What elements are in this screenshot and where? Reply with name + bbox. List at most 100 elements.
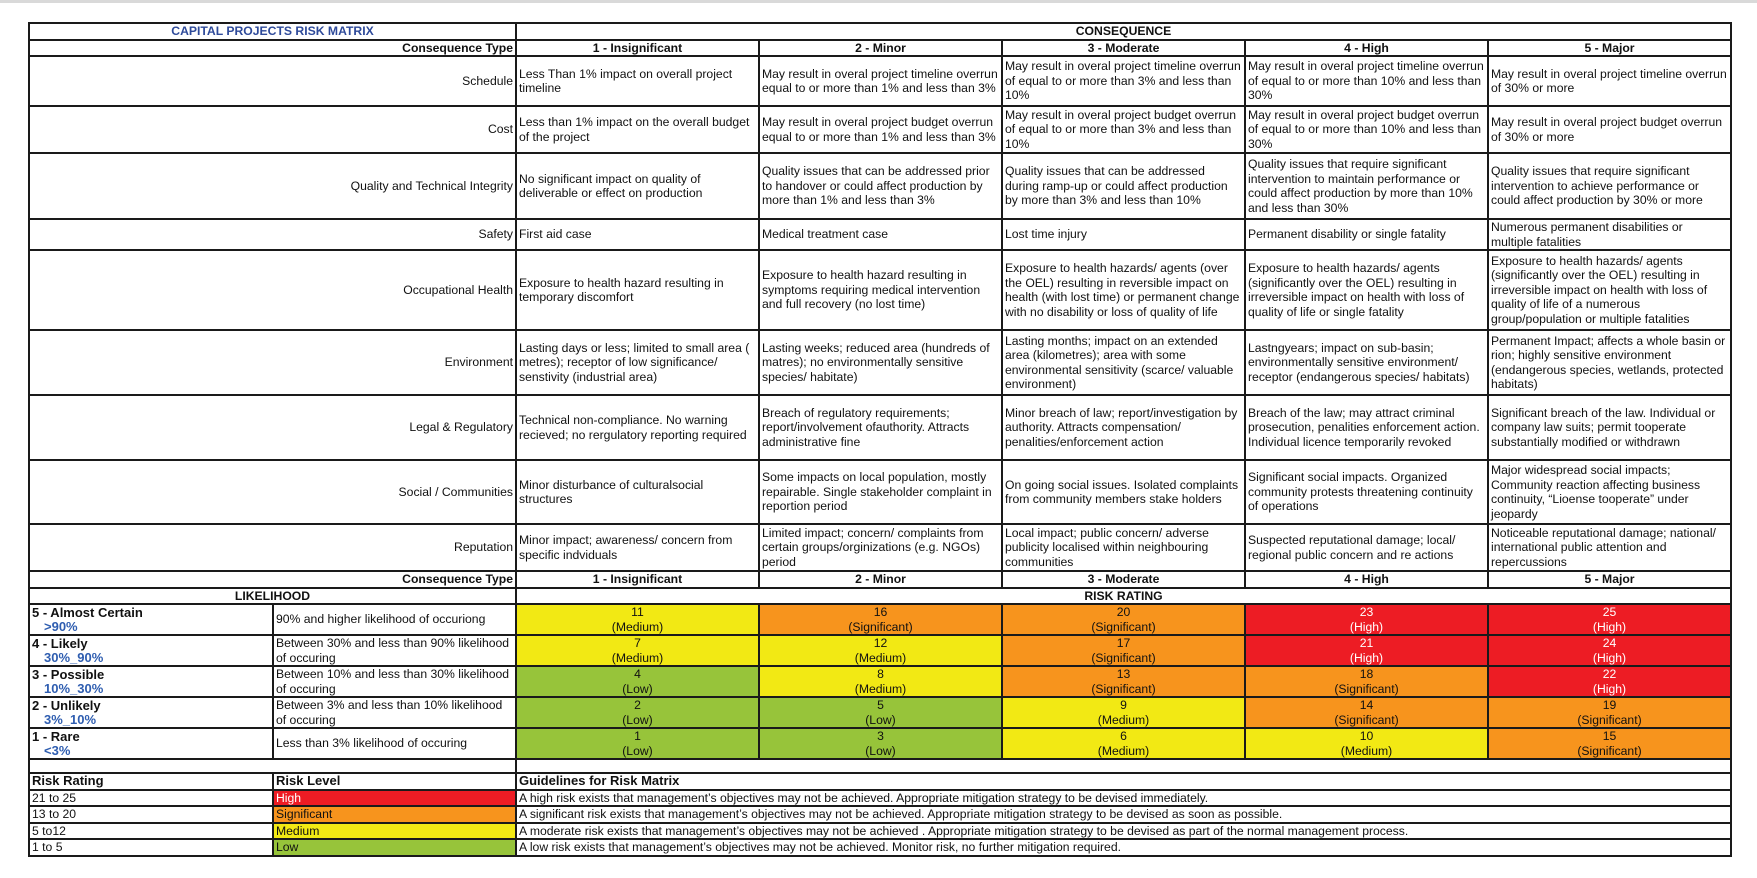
risk-rating-cell: 4 (Low) (515, 665, 760, 698)
risk-rating-cell: 7 (Medium) (515, 634, 760, 667)
likelihood-description: Between 30% and less than 90% likelihood… (272, 634, 517, 667)
risk-score: 6 (1120, 729, 1127, 743)
risk-rating-cell: 25 (High) (1487, 603, 1732, 636)
consequence-level-1: 1 - Insignificant (515, 570, 760, 589)
likelihood-level: 3 - Possible 10%_30% (28, 665, 274, 698)
risk-score: 18 (1359, 667, 1374, 681)
legend-row: 5 to12 Medium A moderate risk exists that … (28, 821, 1732, 840)
risk-level: (High) (1592, 619, 1627, 634)
risk-level: (Significant) (848, 619, 913, 634)
legend-guideline: A low risk exists that management’s obje… (515, 838, 1732, 857)
spacer-row (28, 758, 1732, 774)
consequence-description: May result in overal project timeline ov… (758, 55, 1003, 107)
consequence-type-footer-row: Consequence Type 1 - Insignificant 2 - Min… (28, 570, 1732, 589)
consequence-row-occupational-health: Occupational Health Exposure to health ha… (28, 249, 1732, 331)
risk-level: (Medium) (1340, 743, 1393, 758)
consequence-description: Exposure to health hazards/ agents (over… (1001, 249, 1246, 331)
risk-score: 5 (877, 698, 884, 712)
risk-score: 17 (1116, 636, 1131, 650)
likelihood-description: Between 3% and less than 10% likelihood … (272, 696, 517, 729)
consequence-type: Schedule (28, 55, 517, 107)
consequence-description: Minor disturbance of culturalsocial stru… (515, 459, 760, 525)
consequence-row-reputation: Reputation Minor impact; awareness/ conce… (28, 523, 1732, 572)
risk-level: (High) (1592, 681, 1627, 696)
risk-score: 25 (1602, 605, 1617, 619)
risk-level: (Medium) (1097, 743, 1150, 758)
consequence-description: May result in overal project budget over… (1487, 105, 1732, 154)
consequence-description: Lost time injury (1001, 218, 1246, 251)
legend-header-guidelines: Guidelines for Risk Matrix (515, 772, 1732, 791)
risk-score: 8 (877, 667, 884, 681)
consequence-level-5: 5 - Major (1487, 38, 1732, 57)
risk-level: (Medium) (1097, 712, 1150, 727)
spacer-cell (515, 758, 1732, 774)
consequence-description: May result in overal project timeline ov… (1001, 55, 1246, 107)
legend-rating-range: 1 to 5 (28, 838, 274, 857)
risk-rating-cell: 12 (Medium) (758, 634, 1003, 667)
risk-rating-cell: 22 (High) (1487, 665, 1732, 698)
risk-score: 24 (1602, 636, 1617, 650)
risk-level: (Significant) (1577, 743, 1642, 758)
likelihood-range: 10%_30% (44, 680, 104, 696)
risk-score: 21 (1359, 636, 1374, 650)
consequence-level-4: 4 - High (1244, 38, 1489, 57)
consequence-row-schedule: Schedule Less Than 1% impact on overall p… (28, 55, 1732, 107)
consequence-level-2: 2 - Minor (758, 570, 1003, 589)
likelihood-level: 2 - Unlikely 3%_10% (28, 696, 274, 729)
consequence-type: Environment (28, 329, 517, 396)
legend-header-row: Risk Rating Risk Level Guidelines for Risk… (28, 772, 1732, 791)
risk-rating-header: RISK RATING (515, 586, 1732, 605)
risk-level: (Low) (622, 681, 653, 696)
consequence-row-quality-and-technical-integrity: Quality and Technical Integrity No signif… (28, 152, 1732, 220)
consequence-description: Quality issues that can be addressed pri… (758, 152, 1003, 220)
risk-level: (Significant) (1091, 619, 1156, 634)
risk-score: 19 (1602, 698, 1617, 712)
risk-score: 16 (873, 605, 888, 619)
consequence-description: Exposure to health hazard resulting in s… (758, 249, 1003, 331)
risk-score: 15 (1602, 729, 1617, 743)
consequence-description: Major widespread social impacts; Communi… (1487, 459, 1732, 525)
legend-row: 21 to 25 High A high risk exists that mana… (28, 788, 1732, 807)
legend-row: 1 to 5 Low A low risk exists that manageme… (28, 838, 1732, 857)
matrix-title: CAPITAL PROJECTS RISK MATRIX (28, 22, 517, 41)
legend-risk-level: Medium (272, 821, 517, 840)
consequence-description: Some impacts on local population, mostly… (758, 459, 1003, 525)
risk-level: (Significant) (1334, 712, 1399, 727)
spacer-cell (28, 758, 517, 774)
risk-level: (Medium) (854, 681, 907, 696)
consequence-type: Quality and Technical Integrity (28, 152, 517, 220)
risk-level: (Low) (865, 712, 896, 727)
consequence-type-label: Consequence Type (28, 38, 517, 57)
risk-level: (Low) (622, 712, 653, 727)
likelihood-name: 4 - Likely (32, 635, 88, 651)
risk-score: 20 (1116, 605, 1131, 619)
legend-header-rating: Risk Rating (28, 772, 274, 791)
consequence-level-1: 1 - Insignificant (515, 38, 760, 57)
consequence-description: Quality issues that require significant … (1244, 152, 1489, 220)
risk-rating-cell: 14 (Significant) (1244, 696, 1489, 729)
likelihood-row-5-almost-certain: 5 - Almost Certain >90% 90% and higher lik… (28, 603, 1732, 636)
legend-rating-range: 21 to 25 (28, 788, 274, 807)
consequence-type: Safety (28, 218, 517, 251)
consequence-type: Reputation (28, 523, 517, 572)
consequence-level-3: 3 - Moderate (1001, 570, 1246, 589)
risk-rating-cell: 20 (Significant) (1001, 603, 1246, 636)
consequence-row-safety: Safety First aid case Medical treatment ca… (28, 218, 1732, 251)
risk-rating-cell: 10 (Medium) (1244, 727, 1489, 760)
legend-rating-range: 13 to 20 (28, 805, 274, 824)
consequence-description: Technical non-compliance. No warning rec… (515, 394, 760, 461)
likelihood-range: 3%_10% (44, 711, 97, 727)
risk-score: 3 (877, 729, 884, 743)
risk-rating-cell: 21 (High) (1244, 634, 1489, 667)
consequence-description: May result in overal project timeline ov… (1244, 55, 1489, 107)
likelihood-description: Between 10% and less than 30% likelihood… (272, 665, 517, 698)
legend-guideline: A moderate risk exists that management’s… (515, 821, 1732, 840)
risk-rating-cell: 6 (Medium) (1001, 727, 1246, 760)
likelihood-level: 1 - Rare <3% (28, 727, 274, 760)
risk-rating-cell: 16 (Significant) (758, 603, 1003, 636)
consequence-description: May result in overal project budget over… (1001, 105, 1246, 154)
consequence-description: Less Than 1% impact on overall project t… (515, 55, 760, 107)
risk-rating-cell: 8 (Medium) (758, 665, 1003, 698)
risk-matrix-table: CAPITAL PROJECTS RISK MATRIX CONSEQUENCE… (28, 22, 1732, 857)
risk-rating-cell: 19 (Significant) (1487, 696, 1732, 729)
